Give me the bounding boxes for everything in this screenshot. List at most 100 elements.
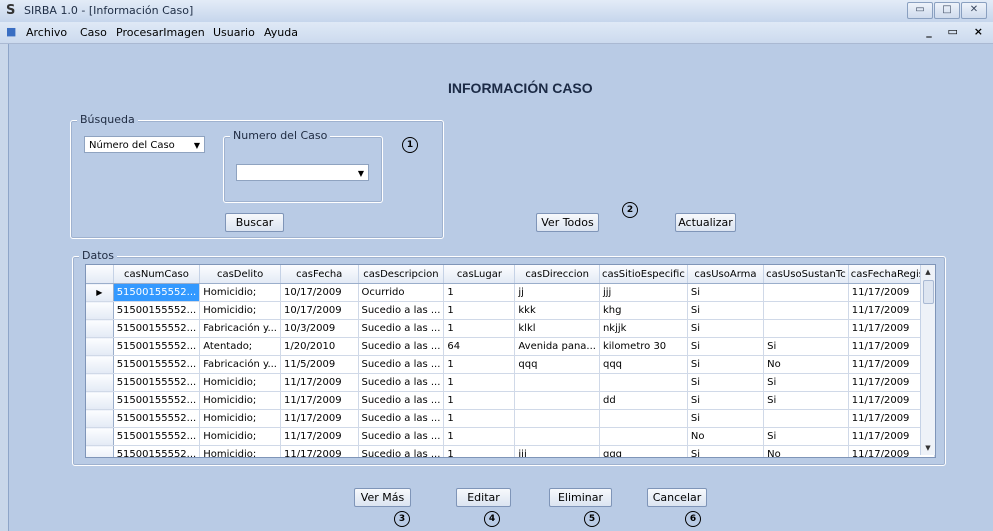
view-all-button[interactable]: Ver Todos (536, 213, 599, 232)
table-cell[interactable]: Si (687, 283, 765, 302)
table-cell[interactable]: 1 (443, 319, 516, 338)
table-cell[interactable]: Si (687, 391, 765, 410)
column-header[interactable]: casDescripcion (358, 265, 445, 284)
table-cell[interactable]: nkjjk (599, 319, 688, 338)
table-cell[interactable]: 1 (443, 355, 516, 374)
table-row[interactable]: ▶ 51500155552... Homicidio; 10/17/2009 Ocurr… (86, 283, 935, 302)
table-cell[interactable]: Si (687, 301, 765, 320)
table-cell[interactable]: 51500155552... (113, 283, 201, 302)
table-cell[interactable]: 51500155552... (113, 373, 201, 392)
table-cell[interactable]: 10/3/2009 (280, 319, 359, 338)
row-header[interactable] (86, 301, 114, 320)
column-header[interactable]: casNumCaso (113, 265, 201, 284)
menu-usuario[interactable]: Usuario (213, 26, 255, 39)
table-cell[interactable]: Si (687, 445, 765, 457)
delete-button[interactable]: Eliminar (549, 488, 612, 507)
table-cell[interactable]: 1/20/2010 (280, 337, 359, 356)
menu-caso[interactable]: Caso (80, 26, 107, 39)
table-cell[interactable]: 51500155552... (113, 355, 201, 374)
table-cell[interactable]: 1 (443, 445, 516, 457)
table-cell[interactable]: 11/17/2009 (280, 427, 359, 446)
table-cell[interactable]: 51500155552... (113, 409, 201, 428)
column-header[interactable]: casLugar (443, 265, 516, 284)
table-cell[interactable]: 51500155552... (113, 301, 201, 320)
table-cell[interactable]: 1 (443, 283, 516, 302)
edit-button[interactable]: Editar (456, 488, 511, 507)
table-cell[interactable]: 51500155552... (113, 445, 201, 457)
row-header[interactable] (86, 373, 114, 392)
table-cell[interactable]: Si (687, 337, 765, 356)
table-cell[interactable] (763, 409, 849, 428)
table-row[interactable]: 51500155552... Homicidio; 10/17/2009 Sucedi… (86, 301, 935, 320)
table-cell[interactable]: Homicidio; (199, 391, 281, 410)
table-cell[interactable]: Avenida pana... (514, 337, 600, 356)
table-row[interactable]: 51500155552... Fabricación y... 10/3/2009 S… (86, 319, 935, 338)
table-cell[interactable]: jjj (514, 445, 600, 457)
column-header[interactable]: casDelito (199, 265, 281, 284)
table-cell[interactable]: 51500155552... (113, 337, 201, 356)
table-cell[interactable]: kkk (514, 301, 600, 320)
table-cell[interactable]: Si (687, 409, 765, 428)
table-cell[interactable]: Ocurrido (358, 283, 445, 302)
maximize-button[interactable]: □ (934, 2, 960, 19)
table-cell[interactable]: 11/17/2009 (280, 409, 359, 428)
table-cell[interactable]: 11/17/2009 (280, 373, 359, 392)
table-cell[interactable]: No (763, 355, 849, 374)
table-cell[interactable]: ggg (599, 445, 688, 457)
table-row[interactable]: 51500155552... Homicidio; 11/17/2009 Sucedi… (86, 409, 935, 428)
table-cell[interactable]: Sucedio a las ... (358, 301, 445, 320)
column-header[interactable]: casFecha (280, 265, 359, 284)
row-header[interactable]: ▶ (86, 283, 114, 302)
mdi-controls[interactable]: _ ▭ × (926, 25, 989, 38)
view-more-button[interactable]: Ver Más (354, 488, 411, 507)
table-cell[interactable]: Fabricación y... (199, 319, 281, 338)
table-cell[interactable]: Homicidio; (199, 409, 281, 428)
table-cell[interactable]: Homicidio; (199, 301, 281, 320)
table-cell[interactable]: 11/5/2009 (280, 355, 359, 374)
data-grid[interactable]: casNumCaso casDelito casFecha casDescrip… (85, 264, 936, 458)
table-cell[interactable]: 1 (443, 409, 516, 428)
table-cell[interactable]: Si (687, 373, 765, 392)
table-cell[interactable]: Homicidio; (199, 283, 281, 302)
table-cell[interactable]: 51500155552... (113, 391, 201, 410)
table-cell[interactable]: No (763, 445, 849, 457)
row-header[interactable] (86, 409, 114, 428)
row-header[interactable] (86, 427, 114, 446)
table-cell[interactable]: Sucedio a las ... (358, 337, 445, 356)
table-cell[interactable]: qqq (514, 355, 600, 374)
table-cell[interactable]: Sucedio a las ... (358, 409, 445, 428)
table-cell[interactable]: Si (687, 319, 765, 338)
row-header[interactable] (86, 445, 114, 457)
table-cell[interactable]: Sucedio a las ... (358, 427, 445, 446)
table-row[interactable]: 51500155552... Homicidio; 11/17/2009 Sucedi… (86, 373, 935, 392)
minimize-button[interactable]: ▭ (907, 2, 933, 19)
table-row[interactable]: 51500155552... Homicidio; 11/17/2009 Sucedi… (86, 427, 935, 446)
column-header[interactable]: casDireccion (514, 265, 600, 284)
table-cell[interactable]: Homicidio; (199, 427, 281, 446)
table-cell[interactable]: dd (599, 391, 688, 410)
table-cell[interactable] (763, 301, 849, 320)
scroll-down-icon[interactable]: ▼ (921, 441, 935, 455)
cancel-button[interactable]: Cancelar (647, 488, 707, 507)
row-header[interactable] (86, 355, 114, 374)
table-cell[interactable]: Si (763, 427, 849, 446)
column-header[interactable]: casSitioEspecific (599, 265, 688, 284)
row-header[interactable] (86, 391, 114, 410)
table-cell[interactable]: klkl (514, 319, 600, 338)
table-cell[interactable]: No (687, 427, 765, 446)
menu-archivo[interactable]: Archivo (26, 26, 67, 39)
table-cell[interactable]: Sucedio a las ... (358, 445, 445, 457)
row-header[interactable] (86, 337, 114, 356)
table-cell[interactable]: 1 (443, 391, 516, 410)
table-cell[interactable]: jj (514, 283, 600, 302)
table-row[interactable]: 51500155552... Atentado; 1/20/2010 Sucedio … (86, 337, 935, 356)
table-cell[interactable]: khg (599, 301, 688, 320)
table-cell[interactable] (599, 427, 688, 446)
table-cell[interactable]: 11/17/2009 (280, 445, 359, 457)
table-cell[interactable]: Sucedio a las ... (358, 355, 445, 374)
table-row[interactable]: 51500155552... Homicidio; 11/17/2009 Sucedi… (86, 445, 935, 457)
table-cell[interactable]: Fabricación y... (199, 355, 281, 374)
table-cell[interactable] (763, 319, 849, 338)
refresh-button[interactable]: Actualizar (675, 213, 736, 232)
scroll-thumb[interactable] (923, 280, 934, 304)
